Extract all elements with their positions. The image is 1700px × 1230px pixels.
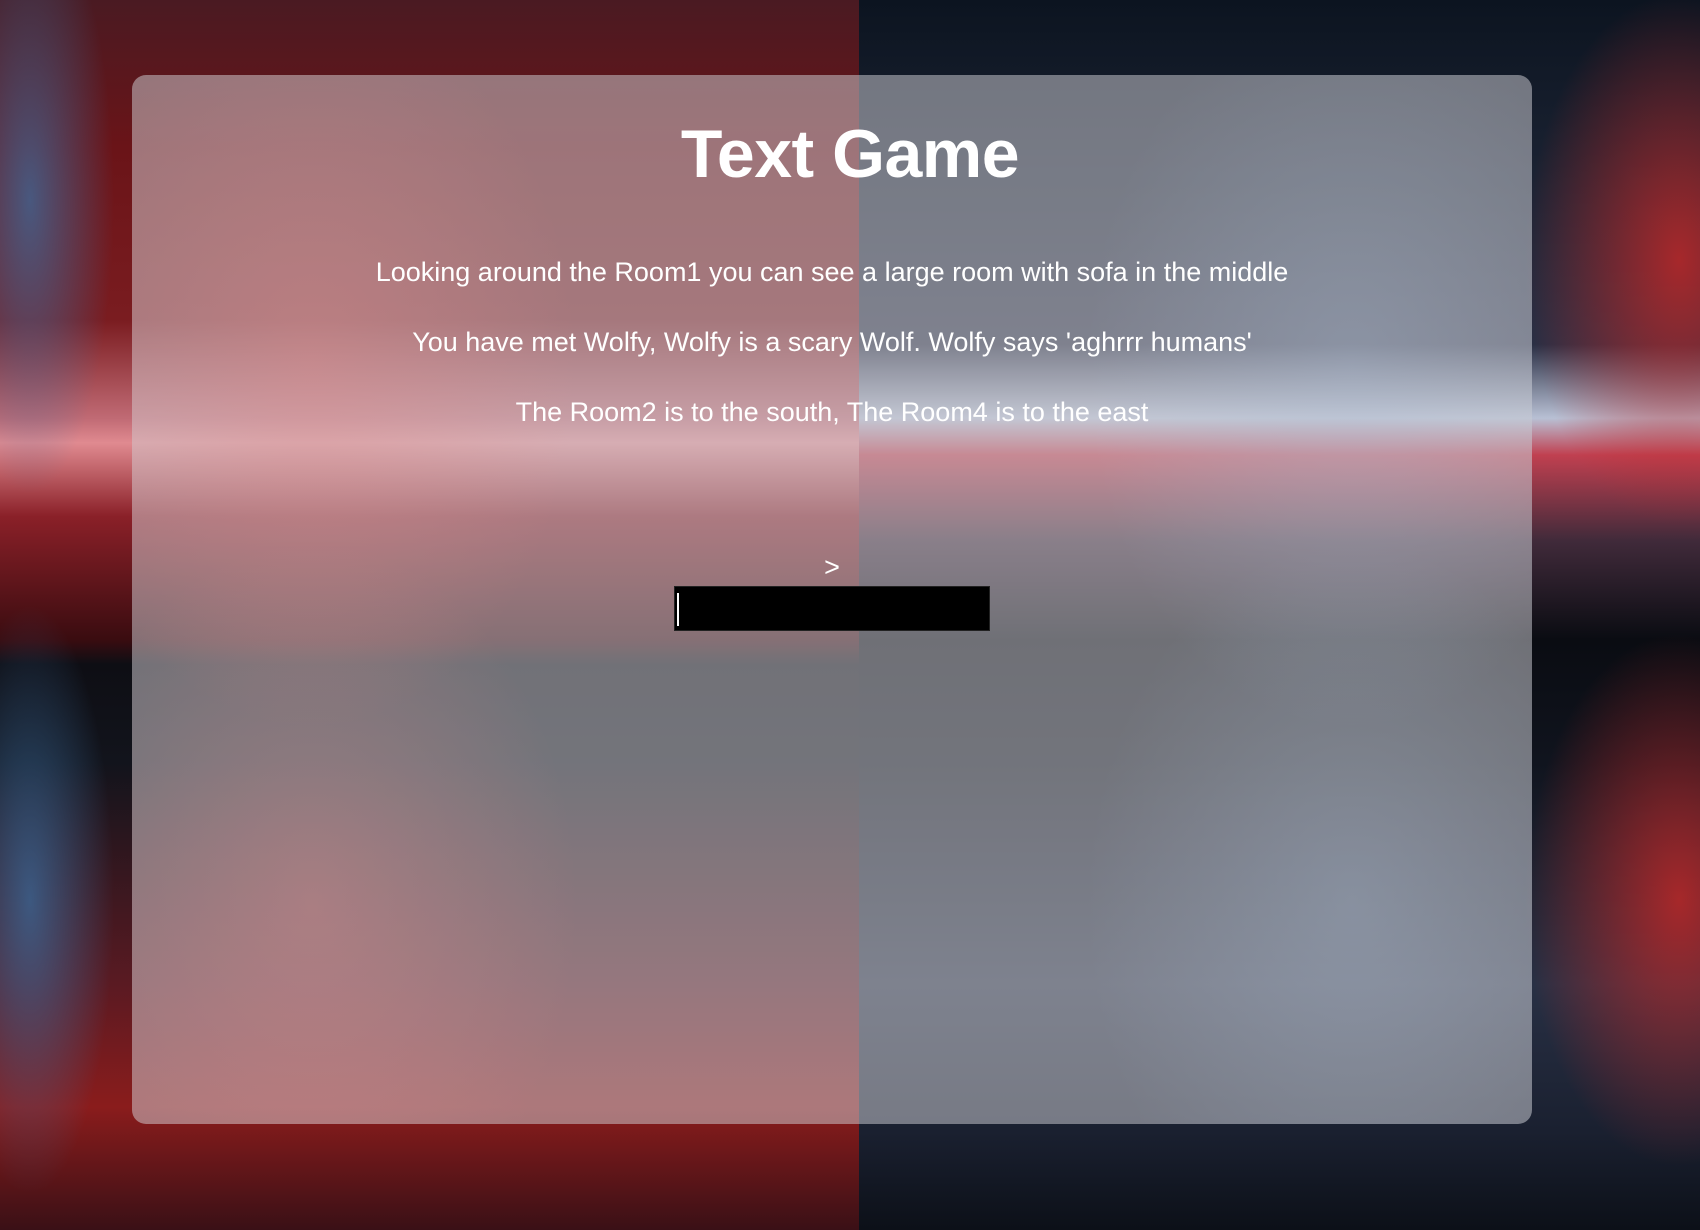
text-caret [677, 593, 679, 626]
game-message: You have met Wolfy, Wolfy is a scary Wol… [412, 327, 1252, 357]
prompt-symbol: > [824, 552, 840, 582]
page-title: Text Game [680, 116, 1020, 192]
game-message: Looking around the Room1 you can see a l… [375, 257, 1289, 287]
command-input[interactable] [674, 586, 990, 631]
game-output: Looking around the Room1 you can see a l… [0, 252, 1664, 462]
game-message: The Room2 is to the south, The Room4 is … [515, 397, 1149, 427]
